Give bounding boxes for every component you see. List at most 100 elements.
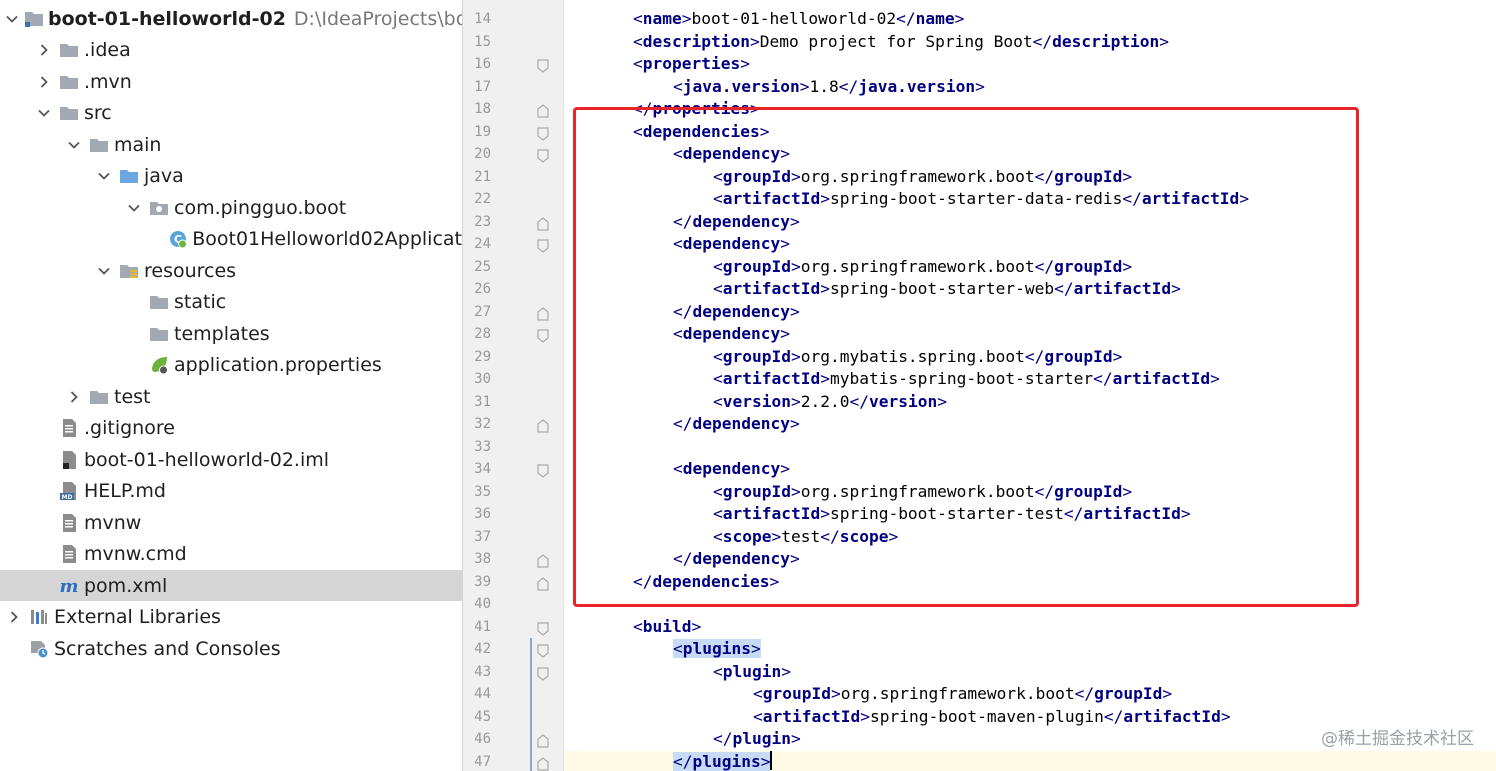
open-tag: <java.version> bbox=[673, 76, 810, 96]
open-tag: <properties> bbox=[633, 54, 750, 73]
arrow-spacer bbox=[6, 641, 22, 657]
spring-boot-class-icon: C bbox=[168, 228, 188, 250]
chevron-down-icon[interactable] bbox=[96, 263, 112, 279]
line-number: 24 bbox=[474, 236, 491, 252]
chevron-right-icon[interactable] bbox=[66, 389, 82, 405]
highlight-annotation-box bbox=[573, 107, 1359, 607]
fold-close-icon[interactable] bbox=[537, 305, 549, 321]
code-line[interactable]: 15 <description>Demo project for Spring B… bbox=[463, 31, 1496, 54]
tree-item-label: resources bbox=[144, 259, 237, 282]
code-line[interactable]: 16 <properties> bbox=[463, 53, 1496, 76]
code-line[interactable]: 14 <name>boot-01-helloworld-02</name> bbox=[463, 8, 1496, 31]
tree-item-scratches-and-consoles[interactable]: Scratches and Consoles bbox=[0, 633, 462, 664]
line-number: 17 bbox=[474, 78, 491, 95]
fold-close-icon[interactable] bbox=[537, 575, 549, 591]
tree-item-mvnw[interactable]: mvnw bbox=[0, 507, 462, 538]
tag-name: properties bbox=[642, 54, 741, 73]
code-text: <description>Demo project for Spring Boo… bbox=[633, 31, 1169, 54]
folder-icon bbox=[148, 291, 170, 313]
fold-open-icon[interactable] bbox=[537, 665, 549, 681]
tree-item-templates[interactable]: templates bbox=[0, 318, 462, 349]
code-text: </plugin> bbox=[713, 728, 801, 751]
tree-item-label: mvnw.cmd bbox=[84, 543, 187, 565]
code-line[interactable]: 17 <java.version>1.8</java.version> bbox=[463, 76, 1496, 99]
close-tag: </java.version> bbox=[838, 76, 985, 96]
code-line[interactable]: 47 </plugins> bbox=[463, 750, 1496, 771]
scratches-icon bbox=[28, 638, 50, 660]
tag-value: org.springframework.boot bbox=[840, 684, 1075, 703]
arrow-spacer bbox=[156, 231, 162, 247]
line-number: 14 bbox=[474, 11, 491, 27]
tree-item-main[interactable]: main bbox=[0, 129, 462, 160]
tree-item-help-md[interactable]: MD HELP.md bbox=[0, 476, 462, 507]
tree-item-application-properties[interactable]: application.properties bbox=[0, 350, 462, 381]
line-number: 22 bbox=[474, 191, 491, 207]
tree-item-mvnw-cmd[interactable]: mvnw.cmd bbox=[0, 539, 462, 570]
tree-item-mvn[interactable]: .mvn bbox=[0, 66, 462, 97]
chevron-down-icon[interactable] bbox=[36, 105, 52, 121]
open-tag: <artifactId> bbox=[753, 706, 870, 726]
tree-item-boot-01-helloworld-02-iml[interactable]: boot-01-helloworld-02.iml bbox=[0, 444, 462, 475]
tree-item-src[interactable]: src bbox=[0, 98, 462, 129]
tree-item-label: .mvn bbox=[84, 70, 132, 93]
fold-close-icon[interactable] bbox=[537, 552, 549, 568]
fold-close-icon[interactable] bbox=[537, 102, 549, 118]
tree-item-boot-01-helloworld-02[interactable]: boot-01-helloworld-02 D:\IdeaProjects\boo… bbox=[0, 3, 462, 34]
fold-close-icon[interactable] bbox=[537, 732, 549, 748]
fold-open-icon[interactable] bbox=[537, 147, 549, 163]
tree-item-boot01helloworld02applicat[interactable]: C Boot01Helloworld02Applicat bbox=[0, 224, 462, 255]
chevron-down-icon[interactable] bbox=[96, 168, 112, 184]
tree-item-idea[interactable]: .idea bbox=[0, 35, 462, 66]
text-file-icon bbox=[58, 417, 80, 439]
tree-item-label: Boot01Helloworld02Applicat bbox=[192, 228, 462, 250]
tree-item-com-pingguo-boot[interactable]: com.pingguo.boot bbox=[0, 192, 462, 223]
fold-close-icon[interactable] bbox=[537, 215, 549, 231]
line-number: 28 bbox=[474, 326, 491, 342]
chevron-right-icon[interactable] bbox=[36, 74, 52, 90]
code-editor[interactable]: 14 <name>boot-01-helloworld-02</name> 15 <d… bbox=[463, 0, 1496, 771]
tag-name: description bbox=[642, 31, 750, 51]
tag-value: 1.8 bbox=[809, 76, 839, 96]
fold-open-icon[interactable] bbox=[537, 642, 549, 658]
tree-item-external-libraries[interactable]: External Libraries bbox=[0, 602, 462, 633]
line-number: 23 bbox=[474, 213, 491, 230]
fold-open-icon[interactable] bbox=[537, 57, 549, 73]
code-line[interactable]: 44 <groupId>org.springframework.boot</gro… bbox=[463, 683, 1496, 706]
fold-close-icon[interactable] bbox=[537, 417, 549, 433]
tree-item-java[interactable]: java bbox=[0, 161, 462, 192]
package-icon bbox=[148, 197, 170, 219]
tree-item-resources[interactable]: resources bbox=[0, 255, 462, 286]
fold-close-icon[interactable] bbox=[537, 755, 549, 771]
close-tag: </description> bbox=[1032, 31, 1170, 51]
fold-open-icon[interactable] bbox=[537, 327, 549, 343]
tree-item-gitignore[interactable]: .gitignore bbox=[0, 413, 462, 444]
folder-icon bbox=[88, 386, 110, 408]
arrow-spacer bbox=[36, 546, 52, 562]
folder-icon bbox=[58, 39, 80, 61]
code-line[interactable]: 43 <plugin> bbox=[463, 661, 1496, 684]
fold-open-icon[interactable] bbox=[537, 620, 549, 636]
tree-item-label: pom.xml bbox=[84, 574, 168, 597]
tree-item-pom-xml[interactable]: m pom.xml bbox=[0, 570, 462, 601]
fold-open-icon[interactable] bbox=[537, 462, 549, 478]
line-number: 34 bbox=[474, 461, 491, 477]
chevron-down-icon[interactable] bbox=[126, 200, 142, 216]
code-line[interactable]: 42 <plugins> bbox=[463, 638, 1496, 661]
code-text: <groupId>org.springframework.boot</group… bbox=[753, 683, 1172, 706]
code-text: <properties> bbox=[633, 53, 750, 76]
chevron-right-icon[interactable] bbox=[6, 609, 22, 625]
code-text: </plugins> bbox=[673, 750, 773, 771]
chevron-down-icon[interactable] bbox=[66, 137, 82, 153]
code-line[interactable]: 41 <build> bbox=[463, 616, 1496, 639]
arrow-spacer bbox=[36, 420, 52, 436]
arrow-spacer bbox=[36, 578, 52, 594]
line-number: 40 bbox=[474, 596, 491, 612]
tree-item-test[interactable]: test bbox=[0, 381, 462, 412]
tree-item-static[interactable]: static bbox=[0, 287, 462, 318]
fold-open-icon[interactable] bbox=[537, 237, 549, 253]
svg-text:m: m bbox=[59, 576, 78, 596]
chevron-down-icon[interactable] bbox=[6, 11, 18, 27]
tag-value: Demo project for Spring Boot bbox=[759, 31, 1033, 51]
fold-open-icon[interactable] bbox=[537, 125, 549, 141]
chevron-right-icon[interactable] bbox=[36, 42, 52, 58]
